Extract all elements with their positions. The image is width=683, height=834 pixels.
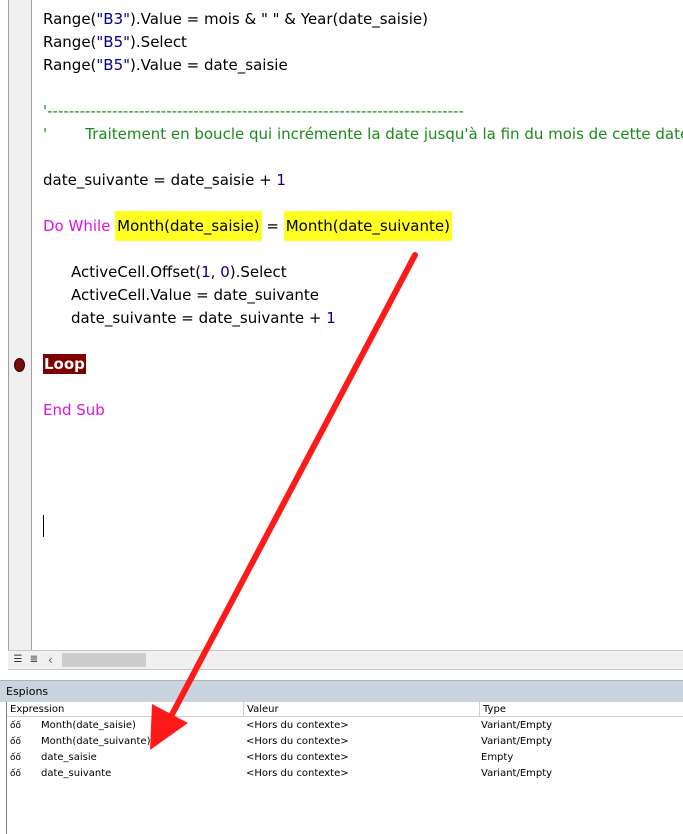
watch-glasses-icon: ốố [10, 737, 22, 747]
code-line: Range("B3").Value = mois & " " & Year(da… [43, 10, 428, 28]
code-line: date_suivante = date_saisie + 1 [43, 171, 286, 189]
scroll-thumb[interactable] [62, 653, 146, 667]
breakpoint-margin[interactable] [9, 0, 32, 650]
end-sub-line: End Sub [43, 401, 105, 419]
code-line: ActiveCell.Value = date_suivante [71, 286, 319, 304]
watch-row[interactable]: ốố Month(date_saisie) <Hors du contexte>… [7, 718, 683, 734]
column-header-type[interactable]: Type [480, 702, 683, 717]
breakpoint-marker[interactable] [14, 358, 25, 372]
column-header-valeur[interactable]: Valeur [244, 702, 480, 717]
horizontal-scrollbar[interactable]: ☰ ≣ ‹ [8, 650, 683, 670]
code-comment: '---------------------------------------… [43, 102, 464, 120]
code-line: Range("B5").Value = date_saisie [43, 56, 288, 74]
loop-line: Loop [43, 353, 86, 376]
loop-keyword-breakpoint: Loop [43, 354, 86, 374]
code-comment: ' Traitement en boucle qui incrémente la… [43, 125, 683, 143]
code-line: date_suivante = date_suivante + 1 [71, 309, 336, 327]
do-while-line: Do While Month(date_saisie) = Month(date… [43, 211, 452, 241]
watch-row[interactable]: ốố Month(date_suivante) <Hors du context… [7, 734, 683, 750]
code-line: Range("B5").Select [43, 33, 187, 51]
code-line: ActiveCell.Offset(1, 0).Select [71, 263, 287, 281]
scroll-left-icon[interactable]: ‹ [48, 653, 53, 667]
text-caret [43, 515, 44, 537]
watch-glasses-icon: ốố [10, 721, 22, 731]
watch-row[interactable]: ốố date_suivante <Hors du contexte> Vari… [7, 766, 683, 782]
procedure-view-icon[interactable]: ☰ [12, 654, 24, 666]
highlight-month-date-suivante: Month(date_suivante) [283, 211, 452, 241]
watch-glasses-icon: ốố [10, 769, 22, 779]
column-header-expression[interactable]: Expression [7, 702, 244, 717]
watch-row[interactable]: ốố date_saisie <Hors du contexte> Empty [7, 750, 683, 766]
watch-window[interactable]: Expression Valeur Type ốố Month(date_sai… [6, 702, 683, 834]
full-module-view-icon[interactable]: ≣ [28, 654, 40, 666]
highlight-month-date-saisie: Month(date_saisie) [115, 211, 262, 241]
watch-glasses-icon: ốố [10, 753, 22, 763]
code-editor[interactable]: Range("B3").Value = mois & " " & Year(da… [8, 0, 683, 650]
watch-window-title: Espions [0, 680, 683, 702]
